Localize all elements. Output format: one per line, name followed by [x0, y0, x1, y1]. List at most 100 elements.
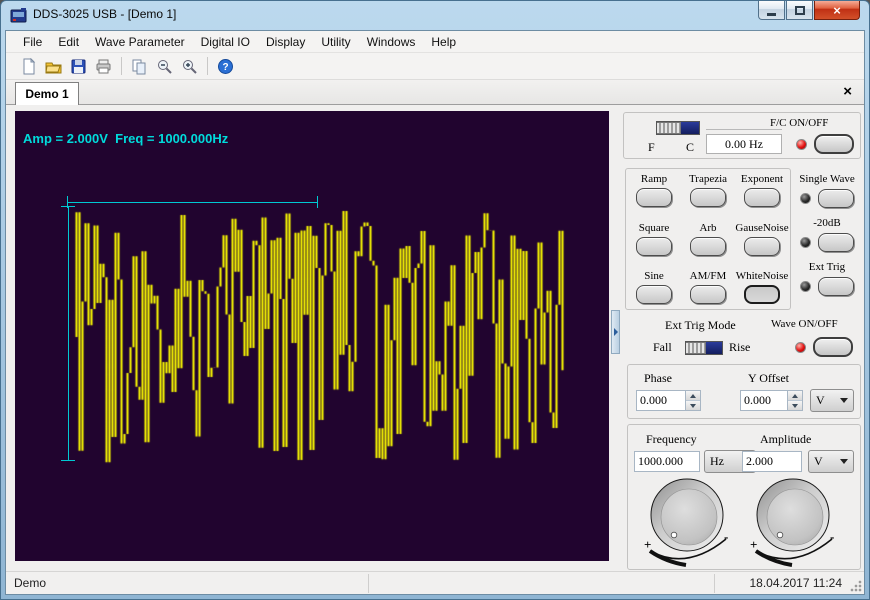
chevron-right-icon	[614, 328, 618, 336]
open-button[interactable]	[41, 55, 66, 78]
waveform-display: Amp = 2.000V Freq = 1000.000Hz	[15, 111, 609, 561]
amplitude-knob[interactable]: + -	[746, 475, 840, 569]
ext-trig-mode-section: Ext Trig Mode Fall Rise Wave ON/OFF	[623, 314, 863, 362]
y-offset-spinner	[788, 390, 803, 411]
amplitude-measure-tick-bottom	[61, 460, 75, 461]
phase-input-group	[636, 390, 701, 411]
amfm-button[interactable]	[690, 285, 726, 304]
ext-trig-button[interactable]	[818, 277, 854, 296]
open-folder-icon	[45, 58, 62, 75]
arb-button[interactable]	[690, 237, 726, 256]
control-panel: F C 0.00 Hz F/C ON/OFF Ramp Trapezia Exp…	[623, 108, 863, 572]
menu-utility[interactable]: Utility	[313, 32, 358, 52]
menu-edit[interactable]: Edit	[50, 32, 87, 52]
dropdown-arrow-icon	[840, 398, 848, 403]
y-offset-unit-value: V	[816, 393, 840, 408]
menu-digital-io[interactable]: Digital IO	[193, 32, 258, 52]
y-offset-input[interactable]	[740, 390, 788, 411]
counter-divider	[706, 129, 782, 130]
menu-file[interactable]: File	[15, 32, 50, 52]
new-file-icon	[20, 58, 37, 75]
print-button[interactable]	[91, 55, 116, 78]
menu-display[interactable]: Display	[258, 32, 313, 52]
maximize-button[interactable]	[786, 1, 813, 20]
ramp-button[interactable]	[636, 188, 672, 207]
down-arrow-icon	[690, 404, 696, 408]
amplitude-input[interactable]	[742, 451, 802, 472]
y-offset-unit-select[interactable]: V	[810, 389, 854, 412]
y-offset-spin-up[interactable]	[788, 391, 802, 400]
knob-indicator-dot	[777, 532, 783, 538]
print-icon	[95, 58, 112, 75]
help-button[interactable]: ?	[213, 55, 238, 78]
save-button[interactable]	[66, 55, 91, 78]
zoom-in-button[interactable]	[177, 55, 202, 78]
side-controls: Single Wave -20dB Ext Trig	[791, 170, 863, 310]
square-button[interactable]	[636, 237, 672, 256]
toolbar: ?	[6, 53, 864, 80]
wave-onoff-led	[795, 342, 806, 353]
fc-toggle-handle	[657, 122, 681, 134]
minimize-icon	[767, 13, 776, 16]
gausenoise-button[interactable]	[744, 237, 780, 256]
fc-toggle[interactable]	[656, 121, 700, 135]
tab-label: Demo 1	[25, 87, 68, 101]
y-offset-spin-down[interactable]	[788, 400, 802, 410]
resize-grip[interactable]	[850, 580, 862, 592]
phase-input[interactable]	[636, 390, 686, 411]
help-icon: ?	[217, 58, 234, 75]
status-separator	[368, 574, 369, 593]
knob-plus-label: +	[644, 537, 651, 552]
tab-close-icon[interactable]: ×	[843, 83, 852, 101]
counter-group: F C 0.00 Hz F/C ON/OFF	[623, 112, 861, 159]
tab-demo1[interactable]: Demo 1	[15, 82, 79, 105]
menu-help[interactable]: Help	[423, 32, 464, 52]
new-button[interactable]	[16, 55, 41, 78]
amplitude-unit-value: V	[814, 454, 840, 469]
maximize-icon	[795, 6, 805, 15]
exponent-button[interactable]	[744, 188, 780, 207]
menu-windows[interactable]: Windows	[359, 32, 424, 52]
fc-onoff-button[interactable]	[814, 134, 854, 154]
app-frame: File Edit Wave Parameter Digital IO Disp…	[5, 30, 865, 595]
wave-label-trapezia: Trapezia	[689, 173, 727, 185]
minus20db-button[interactable]	[818, 233, 854, 252]
whitenoise-button[interactable]	[744, 285, 780, 304]
frequency-knob[interactable]: + -	[640, 475, 734, 569]
panel-splitter[interactable]	[611, 310, 620, 354]
sine-button[interactable]	[636, 285, 672, 304]
dropdown-arrow-icon	[840, 459, 848, 464]
phase-spin-up[interactable]	[686, 391, 700, 400]
counter-value-text: 0.00 Hz	[725, 137, 763, 152]
close-button[interactable]: ×	[814, 1, 860, 20]
period-measure-tick-right	[317, 196, 318, 208]
amplitude-unit-select[interactable]: V	[808, 450, 854, 473]
toolbar-separator	[207, 57, 208, 75]
fall-rise-toggle-track	[706, 342, 722, 354]
single-wave-button[interactable]	[818, 189, 854, 208]
toggle-label-f: F	[648, 140, 655, 155]
frequency-input[interactable]	[634, 451, 700, 472]
single-wave-led	[800, 193, 811, 204]
fc-led	[796, 139, 807, 150]
period-measure-line	[67, 202, 317, 203]
fall-rise-toggle[interactable]	[685, 341, 723, 355]
wave-label-gausenoise: GauseNoise	[735, 222, 788, 234]
zoom-out-button[interactable]	[152, 55, 177, 78]
minimize-button[interactable]	[758, 1, 785, 20]
minus20db-led	[800, 237, 811, 248]
trapezia-button[interactable]	[690, 188, 726, 207]
up-arrow-icon	[792, 394, 798, 398]
copy-button[interactable]	[127, 55, 152, 78]
menu-wave-parameter[interactable]: Wave Parameter	[87, 32, 193, 52]
wave-label-amfm: AM/FM	[690, 270, 727, 282]
counter-value: 0.00 Hz	[706, 134, 782, 154]
phase-spin-down[interactable]	[686, 400, 700, 410]
wave-onoff-button[interactable]	[813, 337, 853, 357]
freq-amp-group: Frequency Hz Amplitude V	[627, 424, 861, 570]
content-area: Amp = 2.000V Freq = 1000.000Hz	[6, 105, 864, 571]
phase-label: Phase	[644, 371, 672, 386]
toggle-label-c: C	[686, 140, 694, 155]
fc-toggle-track	[681, 122, 699, 134]
wave-label-ramp: Ramp	[641, 173, 667, 185]
